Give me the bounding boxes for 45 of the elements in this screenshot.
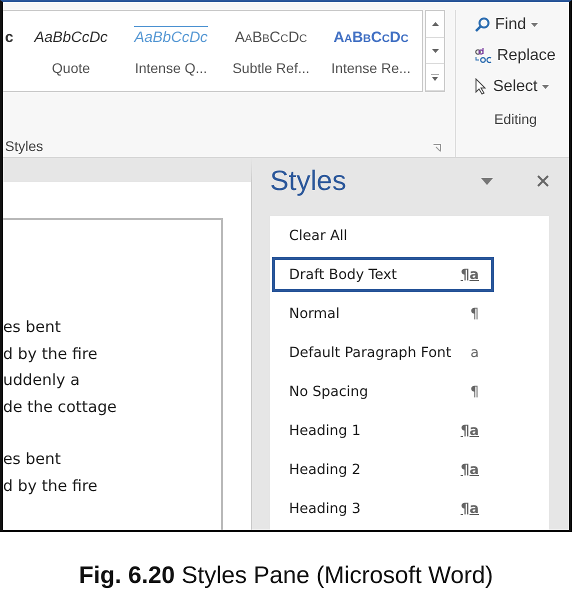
dialog-launcher-icon[interactable] bbox=[433, 144, 441, 152]
style-type-symbol: ¶a bbox=[460, 422, 479, 438]
style-type-symbol: ¶a bbox=[460, 462, 479, 478]
caret-down-icon bbox=[432, 48, 438, 52]
select-button[interactable]: Select bbox=[472, 72, 558, 101]
figure-caption: Fig. 6.20 Styles Pane (Microsoft Word) bbox=[78, 562, 494, 590]
document-text: uddenly a bbox=[3, 370, 81, 391]
style-preview[interactable]: AaBbCcDc bbox=[34, 29, 108, 46]
document-text: d by the fire bbox=[3, 476, 98, 496]
expand-icon bbox=[431, 74, 439, 81]
style-preview[interactable]: AaBbCcDc bbox=[333, 29, 409, 46]
group-label: Editing bbox=[494, 111, 537, 127]
style-item[interactable]: Draft Body Text ¶a bbox=[272, 257, 494, 292]
document-text: es bent bbox=[3, 317, 62, 338]
caret-up-icon bbox=[432, 22, 438, 26]
pane-title: Styles bbox=[270, 165, 348, 197]
find-button[interactable]: Find bbox=[472, 10, 558, 39]
style-name: Intense Q... bbox=[134, 60, 208, 76]
close-icon[interactable] bbox=[537, 175, 549, 187]
search-icon bbox=[474, 16, 490, 32]
style-type-symbol: ¶ bbox=[470, 306, 479, 322]
group-label: Styles bbox=[5, 138, 44, 154]
style-item[interactable]: Heading 1 ¶a bbox=[272, 413, 494, 448]
style-item[interactable]: No Spacing ¶ bbox=[272, 374, 494, 409]
style-name: Subtle Ref... bbox=[232, 60, 310, 76]
style-type-symbol: ¶a bbox=[460, 500, 479, 516]
style-item[interactable]: Heading 3 ¶a bbox=[272, 491, 494, 526]
style-item[interactable]: Clear All bbox=[272, 218, 494, 253]
replace-button[interactable]: Replace bbox=[472, 41, 558, 70]
replace-icon bbox=[474, 46, 492, 64]
document-text: d by the fire bbox=[3, 344, 98, 364]
style-type-symbol: ¶a bbox=[460, 266, 479, 282]
style-preview[interactable]: AaBbCcDc bbox=[234, 29, 308, 46]
document-text: es bent bbox=[3, 449, 62, 470]
style-type-symbol: ¶ bbox=[470, 384, 479, 400]
style-name: Intense Re... bbox=[331, 60, 411, 76]
style-type-symbol: a bbox=[470, 344, 479, 360]
style-preview[interactable]: c bbox=[5, 29, 14, 46]
style-item[interactable]: Heading 2 ¶a bbox=[272, 452, 494, 487]
style-item[interactable]: Default Paragraph Font a bbox=[272, 335, 494, 370]
style-item[interactable]: Normal ¶ bbox=[272, 296, 494, 331]
style-name: Quote bbox=[52, 60, 90, 76]
cursor-icon bbox=[474, 78, 488, 95]
caret-down-icon[interactable] bbox=[481, 178, 493, 184]
document-text: de the cottage bbox=[3, 396, 118, 418]
